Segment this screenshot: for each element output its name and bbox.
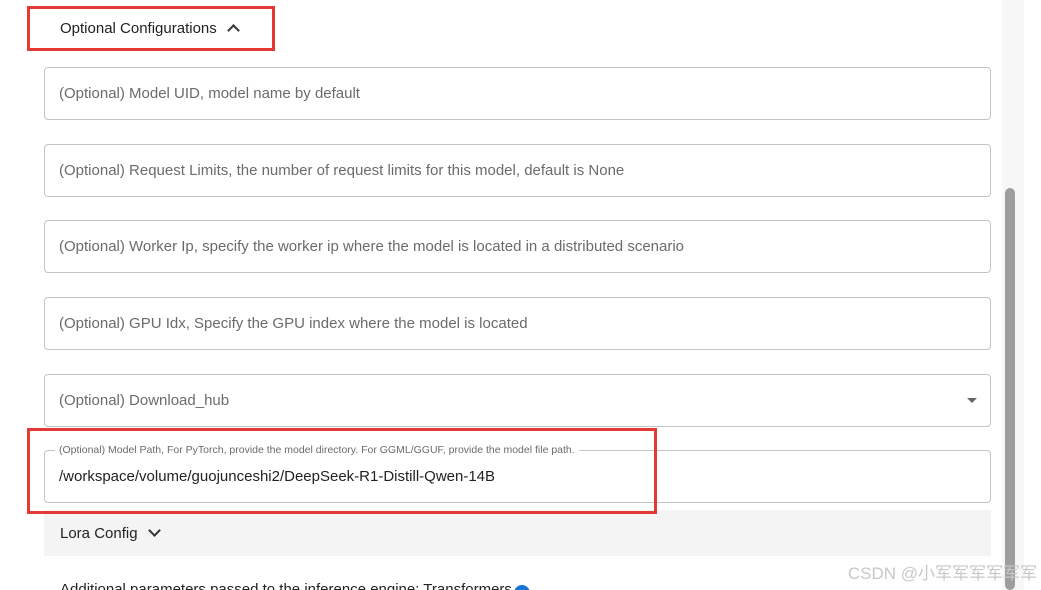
gpu-idx-placeholder: (Optional) GPU Idx, Specify the GPU inde… (59, 315, 528, 332)
page: Optional Configurations (Optional) Model… (0, 0, 1041, 590)
caret-down-icon[interactable] (967, 398, 977, 403)
model-path-input[interactable]: (Optional) Model Path, For PyTorch, prov… (44, 444, 991, 503)
model-uid-placeholder: (Optional) Model UID, model name by defa… (59, 85, 360, 102)
optional-configurations-toggle[interactable]: Optional Configurations (44, 8, 240, 48)
info-icon[interactable] (514, 585, 530, 590)
model-path-value[interactable]: /workspace/volume/guojunceshi2/DeepSeek-… (59, 451, 495, 502)
download-hub-select[interactable]: (Optional) Download_hub (44, 374, 991, 427)
lora-config-title: Lora Config (60, 524, 138, 542)
chevron-down-icon[interactable] (147, 523, 161, 537)
additional-parameters-label: Additional parameters passed to the infe… (60, 581, 512, 590)
request-limits-input[interactable]: (Optional) Request Limits, the number of… (44, 144, 991, 197)
optional-configurations-title: Optional Configurations (60, 19, 217, 37)
worker-ip-placeholder: (Optional) Worker Ip, specify the worker… (59, 238, 685, 255)
model-uid-input[interactable]: (Optional) Model UID, model name by defa… (44, 67, 991, 120)
watermark: CSDN @小军军军军军军 (847, 564, 1037, 583)
chevron-up-icon[interactable] (226, 23, 240, 37)
gpu-idx-input[interactable]: (Optional) GPU Idx, Specify the GPU inde… (44, 297, 991, 350)
worker-ip-input[interactable]: (Optional) Worker Ip, specify the worker… (44, 220, 991, 273)
scrollbar-thumb[interactable] (1005, 188, 1015, 590)
lora-config-toggle[interactable]: Lora Config (44, 510, 991, 556)
download-hub-placeholder: (Optional) Download_hub (59, 392, 230, 409)
request-limits-placeholder: (Optional) Request Limits, the number of… (59, 162, 625, 179)
